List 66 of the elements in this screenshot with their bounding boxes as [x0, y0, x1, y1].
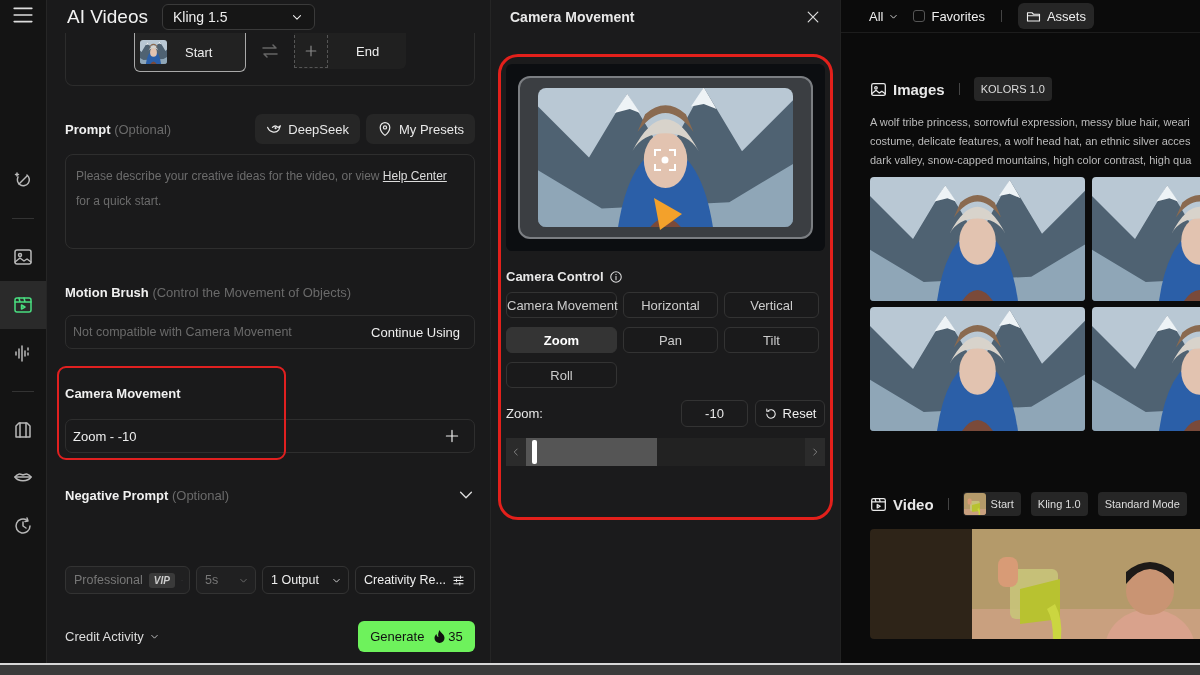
motion-brush-label: Motion Brush (Control the Movement of Objects)	[65, 285, 352, 300]
add-button[interactable]	[444, 428, 460, 444]
video-icon	[13, 295, 33, 315]
video-icon	[870, 495, 887, 513]
info-tag: Standard Mode	[1097, 492, 1187, 516]
vip-badge: VIP	[148, 572, 175, 588]
camera-movement-label: Camera Movement	[65, 386, 181, 401]
focus-icon	[654, 149, 676, 171]
deepseek-button[interactable]: DeepSeek	[255, 114, 360, 144]
image-icon	[13, 247, 33, 267]
checkbox[interactable]	[913, 10, 926, 22]
camera-option-tab[interactable]: Vertical	[724, 292, 819, 318]
option-dropdown[interactable]: 1 Output	[262, 566, 349, 594]
sliders-icon	[451, 573, 465, 587]
prompt-text: dark valley, snow-capped mountains, high color contrast, high qua	[870, 153, 1192, 168]
help-center-link[interactable]: Help Center	[382, 169, 447, 183]
image-icon	[870, 80, 887, 98]
prompt-text: costume, delicate features, a wolf head hat, an ethnic silver acces	[870, 134, 1191, 149]
motion-brush-field[interactable]: Not compatible with Camera Movement Continue Using	[65, 315, 475, 349]
start-tag: Start	[962, 492, 1021, 516]
clock-icon	[13, 516, 33, 536]
nav-item[interactable]	[0, 281, 46, 329]
favorites-checkbox[interactable]: Favorites	[913, 8, 985, 24]
camera-movement-field[interactable]: Zoom - -10	[65, 419, 475, 453]
assets-button[interactable]: Assets	[1017, 3, 1094, 29]
model-tag: KOLORS 1.0	[973, 77, 1052, 101]
zoom-label: Zoom:	[506, 406, 544, 421]
horizontal-scrollbar[interactable]	[0, 663, 1200, 675]
generate-button[interactable]: Generate 35	[358, 621, 475, 652]
continue-using-button[interactable]: Continue Using	[371, 324, 460, 340]
shirt-icon	[13, 420, 33, 440]
camera-option-tab[interactable]: Pan	[623, 327, 718, 353]
swap-icon	[260, 41, 280, 61]
camera-option-tab[interactable]: Zoom	[506, 327, 617, 353]
reset-icon	[763, 406, 778, 421]
start-frame[interactable]: Start	[134, 33, 246, 72]
presets-button[interactable]: My Presets	[366, 114, 475, 144]
camera-option-tab[interactable]: Camera Movement	[506, 292, 617, 318]
page-title: AI Videos	[67, 5, 148, 28]
motion-brush-placeholder: Not compatible with Camera Movement	[73, 325, 292, 339]
zoom-value-field[interactable]: -10	[681, 400, 748, 427]
prompt-field[interactable]: Please describe your creative ideas for the video, or view Help Center for a quick start.	[65, 154, 475, 249]
model-dropdown[interactable]: Kling 1.5	[162, 3, 315, 30]
info-icon	[608, 269, 623, 284]
end-frame[interactable]: End	[294, 33, 406, 69]
section-title: Images	[893, 80, 945, 98]
prompt-label: Prompt (Optional)	[65, 121, 172, 137]
info-tag: Kling 1.0	[1030, 492, 1088, 516]
camera-control-label: Camera Control	[506, 269, 604, 284]
creativity-button[interactable]: Creativity Re...	[355, 566, 475, 594]
pin-bulb-icon	[377, 121, 393, 137]
plus-icon	[444, 428, 460, 444]
panel-title: Camera Movement	[510, 8, 635, 25]
camera-movement-value: Zoom - -10	[73, 428, 137, 444]
camera-option-tab[interactable]: Horizontal	[623, 292, 718, 318]
reset-button[interactable]: Reset	[755, 400, 825, 427]
prompt-hint: Please describe your creative ideas for the video, or view Help Center for a quick start.	[76, 168, 448, 210]
slider-thumb[interactable]	[532, 440, 538, 464]
prompt-text: A wolf tribe princess, sorrowful expression, messy blue hair, weari	[870, 115, 1190, 130]
section-title: Video	[893, 495, 934, 513]
camera-option-tab[interactable]: Roll	[506, 362, 617, 388]
flame-icon	[434, 630, 446, 643]
camera-option-tab[interactable]: Tilt	[724, 327, 819, 353]
credit-activity-dropdown[interactable]: Credit Activity	[65, 629, 160, 644]
filter-dropdown[interactable]: All	[869, 8, 900, 24]
negative-prompt-label: Negative Prompt (Optional)	[65, 487, 229, 503]
